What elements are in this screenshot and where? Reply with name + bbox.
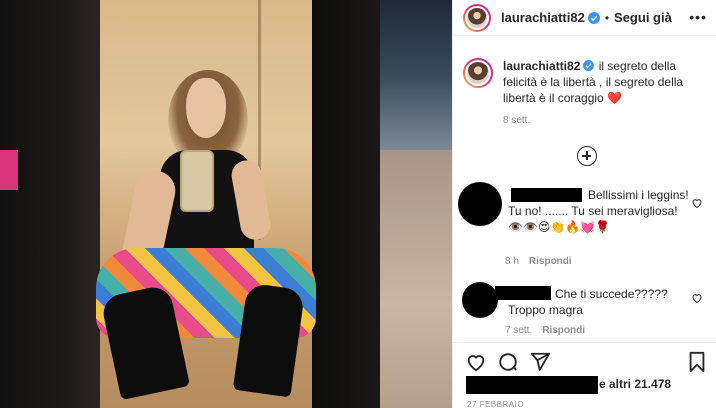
photo-face (186, 78, 226, 138)
comment-avatar-redacted[interactable] (458, 182, 502, 226)
caption-emoji: ❤️ (607, 91, 623, 105)
post-header: laurachiatti82 • Segui già ••• (453, 0, 716, 36)
comment-icon[interactable] (497, 351, 519, 373)
following-button[interactable]: Segui già (614, 10, 672, 25)
comment-meta: 8 h Rispondi (505, 256, 572, 267)
comment-heart-icon[interactable] (691, 197, 703, 209)
caption-timestamp: 8 sett. (503, 115, 531, 126)
photo-floor (380, 150, 452, 408)
comment-meta: 7 sett. Rispondi (505, 325, 585, 336)
likes-summary[interactable]: e altri 21.478 (463, 376, 713, 394)
likes-count[interactable]: e altri 21.478 (599, 377, 671, 391)
comment-text: Che ti succede????? Troppo magra (508, 287, 668, 317)
caption-username[interactable]: laurachiatti82 (503, 59, 580, 73)
reply-button[interactable]: Rispondi (542, 325, 585, 336)
header-username[interactable]: laurachiatti82 (501, 10, 585, 25)
likes-names-redacted (466, 376, 598, 394)
profile-avatar[interactable] (463, 3, 491, 32)
verified-badge-icon (587, 11, 600, 24)
photo-window (380, 0, 452, 150)
photo-mirror-frame-right (312, 0, 380, 408)
comment-heart-icon[interactable] (691, 292, 703, 304)
post-photo[interactable] (0, 0, 452, 408)
share-icon[interactable] (529, 351, 551, 373)
verified-badge-icon (583, 60, 595, 71)
post-side-panel: laurachiatti82 • Segui già ••• laurachia… (452, 0, 716, 408)
bookmark-icon[interactable] (687, 351, 707, 373)
header-separator: • (604, 10, 610, 25)
post-dialog: laurachiatti82 • Segui già ••• laurachia… (0, 0, 716, 408)
load-more-comments-icon[interactable] (577, 146, 597, 166)
caption-text: laurachiatti82 il segreto della felicità… (503, 58, 703, 106)
comment-avatar-redacted[interactable] (462, 282, 498, 318)
action-bar (453, 342, 716, 378)
photo-phone (180, 150, 214, 212)
more-icon[interactable]: ••• (689, 10, 707, 24)
caption: laurachiatti82 il segreto della felicità… (463, 58, 713, 106)
caption-avatar[interactable] (463, 58, 493, 88)
comment-time: 8 h (505, 256, 519, 267)
photo-pink-object (0, 150, 18, 190)
photo-mirror-frame-left (0, 0, 100, 408)
reply-button[interactable]: Rispondi (529, 256, 572, 267)
comment-text: Bellissimi i leggins! Tu no! ....... Tu … (508, 188, 689, 234)
post-date: 27 FEBBRAIO (467, 400, 525, 408)
heart-icon[interactable] (465, 351, 487, 373)
comment-time: 7 sett. (505, 325, 533, 336)
